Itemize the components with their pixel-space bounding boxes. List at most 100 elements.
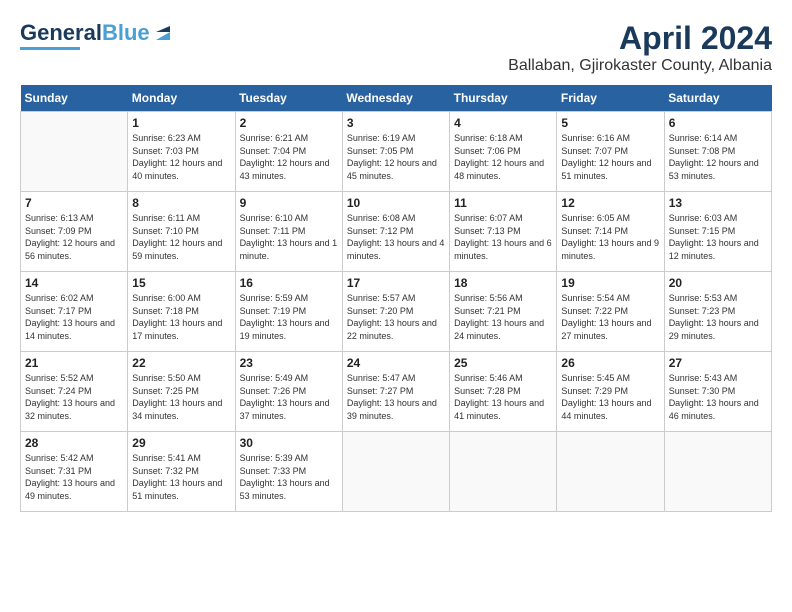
day-number: 10 bbox=[347, 196, 445, 210]
daylight-text: Daylight: 13 hours and 51 minutes. bbox=[132, 477, 230, 502]
col-wednesday: Wednesday bbox=[342, 85, 449, 112]
calendar-week-row: 14Sunrise: 6:02 AMSunset: 7:17 PMDayligh… bbox=[21, 272, 772, 352]
sunrise-text: Sunrise: 6:08 AM bbox=[347, 212, 445, 225]
logo-icon bbox=[152, 22, 174, 44]
sunset-text: Sunset: 7:17 PM bbox=[25, 305, 123, 318]
sunset-text: Sunset: 7:19 PM bbox=[240, 305, 338, 318]
daylight-text: Daylight: 13 hours and 32 minutes. bbox=[25, 397, 123, 422]
day-number: 8 bbox=[132, 196, 230, 210]
col-thursday: Thursday bbox=[450, 85, 557, 112]
daylight-text: Daylight: 13 hours and 14 minutes. bbox=[25, 317, 123, 342]
day-number: 30 bbox=[240, 436, 338, 450]
sunrise-text: Sunrise: 5:57 AM bbox=[347, 292, 445, 305]
table-row: 21 Sunrise: 5:52 AMSunset: 7:24 PMDayligh… bbox=[21, 352, 128, 432]
table-row: 17Sunrise: 5:57 AMSunset: 7:20 PMDayligh… bbox=[342, 272, 449, 352]
sunrise-text: Sunrise: 5:45 AM bbox=[561, 372, 659, 385]
sunrise-text: Sunrise: 6:13 AM bbox=[25, 212, 123, 225]
table-row: 28Sunrise: 5:42 AMSunset: 7:31 PMDayligh… bbox=[21, 432, 128, 512]
sunset-text: Sunset: 7:14 PM bbox=[561, 225, 659, 238]
cell-content: Sunrise: 5:45 AMSunset: 7:29 PMDaylight:… bbox=[561, 372, 659, 422]
daylight-text: Daylight: 12 hours and 51 minutes. bbox=[561, 157, 659, 182]
table-row: 2Sunrise: 6:21 AMSunset: 7:04 PMDaylight… bbox=[235, 112, 342, 192]
sunset-text: Sunset: 7:03 PM bbox=[132, 145, 230, 158]
sunset-text: Sunset: 7:26 PM bbox=[240, 385, 338, 398]
sunrise-text: Sunrise: 5:54 AM bbox=[561, 292, 659, 305]
sunrise-text: Sunrise: 6:21 AM bbox=[240, 132, 338, 145]
day-number: 26 bbox=[561, 356, 659, 370]
daylight-text: Daylight: 13 hours and 12 minutes. bbox=[669, 237, 767, 262]
sunrise-text: Sunrise: 5:53 AM bbox=[669, 292, 767, 305]
cell-content: Sunrise: 6:02 AMSunset: 7:17 PMDaylight:… bbox=[25, 292, 123, 342]
cell-content: Sunrise: 5:43 AMSunset: 7:30 PMDaylight:… bbox=[669, 372, 767, 422]
sunset-text: Sunset: 7:09 PM bbox=[25, 225, 123, 238]
cell-content: Sunrise: 6:21 AMSunset: 7:04 PMDaylight:… bbox=[240, 132, 338, 182]
table-row: 11Sunrise: 6:07 AMSunset: 7:13 PMDayligh… bbox=[450, 192, 557, 272]
col-sunday: Sunday bbox=[21, 85, 128, 112]
sunrise-text: Sunrise: 5:52 AM bbox=[25, 372, 123, 385]
daylight-text: Daylight: 12 hours and 59 minutes. bbox=[132, 237, 230, 262]
table-row: 9Sunrise: 6:10 AMSunset: 7:11 PMDaylight… bbox=[235, 192, 342, 272]
sunset-text: Sunset: 7:32 PM bbox=[132, 465, 230, 478]
day-number: 23 bbox=[240, 356, 338, 370]
sunrise-text: Sunrise: 6:10 AM bbox=[240, 212, 338, 225]
cell-content: Sunrise: 6:19 AMSunset: 7:05 PMDaylight:… bbox=[347, 132, 445, 182]
sunset-text: Sunset: 7:30 PM bbox=[669, 385, 767, 398]
col-saturday: Saturday bbox=[664, 85, 771, 112]
table-row bbox=[342, 432, 449, 512]
daylight-text: Daylight: 12 hours and 56 minutes. bbox=[25, 237, 123, 262]
day-number: 9 bbox=[240, 196, 338, 210]
daylight-text: Daylight: 13 hours and 34 minutes. bbox=[132, 397, 230, 422]
sunrise-text: Sunrise: 6:07 AM bbox=[454, 212, 552, 225]
table-row bbox=[557, 432, 664, 512]
sunset-text: Sunset: 7:08 PM bbox=[669, 145, 767, 158]
table-row bbox=[450, 432, 557, 512]
sunrise-text: Sunrise: 6:11 AM bbox=[132, 212, 230, 225]
col-friday: Friday bbox=[557, 85, 664, 112]
day-number: 25 bbox=[454, 356, 552, 370]
day-number: 20 bbox=[669, 276, 767, 290]
cell-content: Sunrise: 5:59 AMSunset: 7:19 PMDaylight:… bbox=[240, 292, 338, 342]
daylight-text: Daylight: 13 hours and 24 minutes. bbox=[454, 317, 552, 342]
cell-content: Sunrise: 5:56 AMSunset: 7:21 PMDaylight:… bbox=[454, 292, 552, 342]
sunrise-text: Sunrise: 6:03 AM bbox=[669, 212, 767, 225]
day-number: 16 bbox=[240, 276, 338, 290]
sunset-text: Sunset: 7:29 PM bbox=[561, 385, 659, 398]
sunset-text: Sunset: 7:22 PM bbox=[561, 305, 659, 318]
col-tuesday: Tuesday bbox=[235, 85, 342, 112]
cell-content: Sunrise: 6:03 AMSunset: 7:15 PMDaylight:… bbox=[669, 212, 767, 262]
cell-content: Sunrise: 5:53 AMSunset: 7:23 PMDaylight:… bbox=[669, 292, 767, 342]
sunset-text: Sunset: 7:12 PM bbox=[347, 225, 445, 238]
day-number: 4 bbox=[454, 116, 552, 130]
table-row: 12Sunrise: 6:05 AMSunset: 7:14 PMDayligh… bbox=[557, 192, 664, 272]
sunset-text: Sunset: 7:27 PM bbox=[347, 385, 445, 398]
cell-content: Sunrise: 5:39 AMSunset: 7:33 PMDaylight:… bbox=[240, 452, 338, 502]
sunrise-text: Sunrise: 5:42 AM bbox=[25, 452, 123, 465]
day-number: 19 bbox=[561, 276, 659, 290]
sunset-text: Sunset: 7:24 PM bbox=[25, 385, 123, 398]
cell-content: Sunrise: 6:23 AMSunset: 7:03 PMDaylight:… bbox=[132, 132, 230, 182]
logo-blue: Blue bbox=[102, 20, 150, 46]
day-number: 21 bbox=[25, 356, 123, 370]
calendar-week-row: 21Sunrise: 5:52 AMSunset: 7:24 PMDayligh… bbox=[21, 352, 772, 432]
table-row: 19Sunrise: 5:54 AMSunset: 7:22 PMDayligh… bbox=[557, 272, 664, 352]
daylight-text: Daylight: 12 hours and 43 minutes. bbox=[240, 157, 338, 182]
sunset-text: Sunset: 7:21 PM bbox=[454, 305, 552, 318]
location: Ballaban, Gjirokaster County, Albania bbox=[508, 57, 772, 75]
daylight-text: Daylight: 13 hours and 46 minutes. bbox=[669, 397, 767, 422]
cell-content: Sunrise: 5:52 AMSunset: 7:24 PMDaylight:… bbox=[25, 372, 123, 422]
table-row: 3Sunrise: 6:19 AMSunset: 7:05 PMDaylight… bbox=[342, 112, 449, 192]
daylight-text: Daylight: 12 hours and 48 minutes. bbox=[454, 157, 552, 182]
sunrise-text: Sunrise: 6:18 AM bbox=[454, 132, 552, 145]
sunset-text: Sunset: 7:15 PM bbox=[669, 225, 767, 238]
calendar-week-row: 1Sunrise: 6:23 AMSunset: 7:03 PMDaylight… bbox=[21, 112, 772, 192]
daylight-text: Daylight: 13 hours and 41 minutes. bbox=[454, 397, 552, 422]
day-number: 11 bbox=[454, 196, 552, 210]
sunset-text: Sunset: 7:23 PM bbox=[669, 305, 767, 318]
daylight-text: Daylight: 13 hours and 37 minutes. bbox=[240, 397, 338, 422]
table-row: 18Sunrise: 5:56 AMSunset: 7:21 PMDayligh… bbox=[450, 272, 557, 352]
day-number: 12 bbox=[561, 196, 659, 210]
day-number: 6 bbox=[669, 116, 767, 130]
day-number: 22 bbox=[132, 356, 230, 370]
sunrise-text: Sunrise: 6:14 AM bbox=[669, 132, 767, 145]
cell-content: Sunrise: 6:11 AMSunset: 7:10 PMDaylight:… bbox=[132, 212, 230, 262]
